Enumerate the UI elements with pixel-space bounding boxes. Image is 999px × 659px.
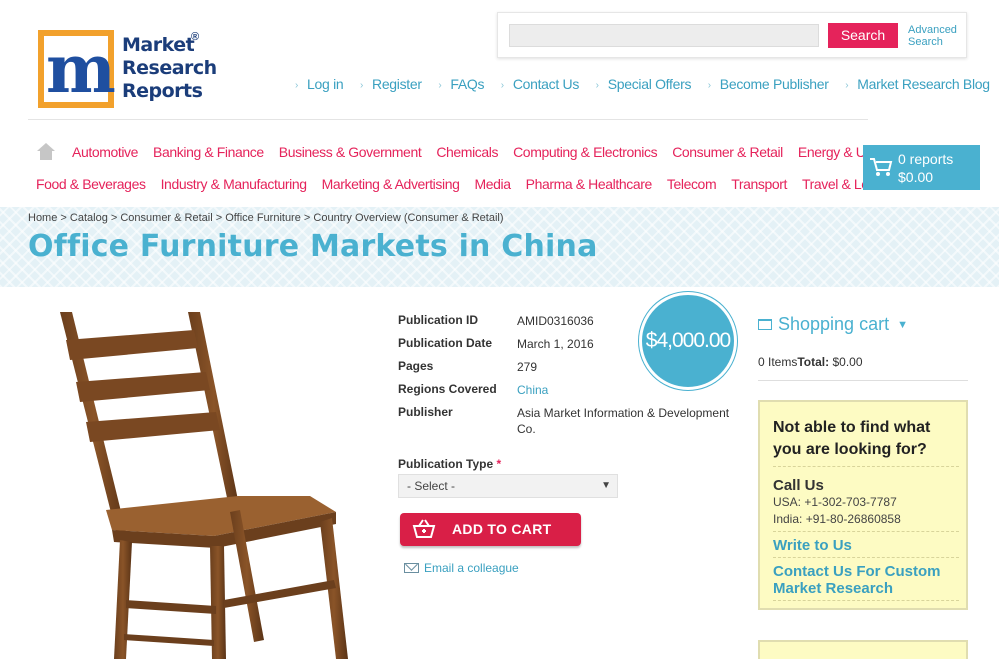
logo-line-research: Research — [122, 57, 217, 79]
advanced-search-line2: Search — [908, 36, 943, 48]
breadcrumb-office-furniture[interactable]: Office Furniture — [225, 212, 301, 224]
logo-line-reports: Reports — [122, 80, 203, 102]
search-button[interactable]: Search — [828, 23, 898, 48]
secondary-box — [758, 640, 968, 659]
help-divider — [773, 531, 959, 532]
logo-line-market: Market — [122, 34, 195, 56]
publication-type-label: Publication Type * — [398, 457, 501, 471]
breadcrumb-country-overview[interactable]: Country Overview (Consumer & Retail) — [313, 212, 503, 224]
detail-label: Publication Date — [398, 336, 493, 350]
category-telecom[interactable]: Telecom — [667, 176, 717, 192]
header-cart-button[interactable]: 0 reports $0.00 — [863, 145, 980, 190]
help-title: Not able to find what you are looking fo… — [773, 419, 931, 458]
blog-link[interactable]: Market Research Blog — [845, 76, 990, 92]
cart-icon — [758, 319, 772, 330]
envelope-icon — [404, 563, 419, 573]
category-nav-row2: Food & Beverages Industry & Manufacturing… — [36, 176, 912, 192]
breadcrumb-catalog[interactable]: Catalog — [70, 212, 108, 224]
price-badge: $4,000.00 — [639, 292, 737, 390]
contact-us-link[interactable]: Contact Us — [501, 76, 580, 92]
email-colleague-label: Email a colleague — [424, 561, 519, 575]
category-nav-row1: Automotive Banking & Finance Business & Go… — [72, 144, 912, 160]
category-food-beverages[interactable]: Food & Beverages — [36, 176, 146, 192]
login-link[interactable]: Log in — [295, 76, 344, 92]
header-divider — [28, 119, 868, 120]
faqs-link[interactable]: FAQs — [438, 76, 484, 92]
advanced-search-link[interactable]: Advanced Search — [908, 24, 957, 48]
publication-type-selected: - Select - — [407, 479, 456, 493]
email-colleague-link[interactable]: Email a colleague — [404, 561, 519, 575]
logo-mark: m — [38, 30, 116, 108]
add-to-cart-button[interactable]: ADD TO CART — [400, 513, 581, 546]
shopping-cart-title: Shopping cart — [778, 314, 890, 334]
custom-research-link[interactable]: Contact Us For Custom Market Research — [773, 563, 963, 597]
category-computing-electronics[interactable]: Computing & Electronics — [513, 144, 657, 160]
logo-letter: m — [46, 30, 116, 108]
breadcrumb-home[interactable]: Home — [28, 212, 57, 224]
category-consumer-retail[interactable]: Consumer & Retail — [672, 144, 783, 160]
header-cart-total: $0.00 — [898, 169, 934, 185]
shopping-cart-toggle[interactable]: Shopping cart ▼ — [758, 314, 908, 335]
detail-label: Pages — [398, 359, 434, 373]
advanced-search-line1: Advanced — [908, 24, 957, 36]
cart-items: 0 Items — [758, 355, 798, 369]
top-nav: Log in Register FAQs Contact Us Special … — [295, 76, 999, 92]
detail-label: Publisher — [398, 405, 453, 419]
breadcrumb-consumer-retail[interactable]: Consumer & Retail — [120, 212, 212, 224]
page-title: Office Furniture Markets in China — [28, 229, 598, 264]
india-phone: India: +91-80-26860858 — [773, 512, 901, 526]
publication-type-select[interactable]: - Select - ▼ — [398, 474, 618, 498]
register-link[interactable]: Register — [360, 76, 422, 92]
sidebar-divider — [758, 380, 968, 381]
special-offers-link[interactable]: Special Offers — [596, 76, 692, 92]
help-divider — [773, 557, 959, 558]
category-transport[interactable]: Transport — [731, 176, 787, 192]
caret-down-icon: ▼ — [897, 319, 908, 331]
search-panel: Search Advanced Search — [497, 12, 967, 58]
cart-icon — [870, 158, 893, 176]
cart-total-label: Total: — [797, 355, 830, 369]
call-us-heading: Call Us — [773, 477, 824, 494]
help-divider — [773, 466, 959, 467]
registered-mark: ® — [191, 31, 200, 43]
usa-phone: USA: +1-302-703-7787 — [773, 495, 897, 509]
help-box: Not able to find what you are looking fo… — [758, 400, 968, 610]
become-publisher-link[interactable]: Become Publisher — [708, 76, 829, 92]
header-cart-count: 0 reports — [898, 151, 954, 167]
home-icon[interactable] — [37, 143, 55, 160]
header-cart-summary: 0 reports $0.00 — [898, 150, 953, 186]
detail-label: Publication ID — [398, 313, 479, 327]
category-banking-finance[interactable]: Banking & Finance — [153, 144, 264, 160]
publication-type-text: Publication Type — [398, 457, 494, 471]
breadcrumb: Home > Catalog > Consumer & Retail > Off… — [28, 212, 504, 224]
dropdown-arrow-icon: ▼ — [601, 480, 611, 491]
category-business-government[interactable]: Business & Government — [279, 144, 422, 160]
logo-wordmark: Market Research Reports — [122, 34, 217, 103]
add-to-cart-label: ADD TO CART — [452, 521, 552, 537]
category-chemicals[interactable]: Chemicals — [436, 144, 498, 160]
category-media[interactable]: Media — [474, 176, 511, 192]
search-input[interactable] — [509, 24, 819, 47]
required-marker: * — [496, 457, 502, 471]
category-automotive[interactable]: Automotive — [72, 144, 138, 160]
help-divider — [773, 600, 959, 601]
detail-label: Regions Covered — [398, 382, 497, 396]
write-to-us-link[interactable]: Write to Us — [773, 537, 963, 554]
category-industry-manufacturing[interactable]: Industry & Manufacturing — [161, 176, 307, 192]
category-pharma-healthcare[interactable]: Pharma & Healthcare — [526, 176, 653, 192]
site-logo[interactable]: m Market Research Reports ® — [38, 30, 218, 112]
basket-icon — [412, 519, 436, 538]
category-marketing-advertising[interactable]: Marketing & Advertising — [322, 176, 460, 192]
detail-value: Asia Market Information & Development Co… — [517, 406, 730, 436]
shopping-cart-summary: 0 ItemsTotal: $0.00 — [758, 355, 863, 369]
cart-total-value: $0.00 — [832, 355, 863, 369]
product-image-chair — [60, 312, 348, 659]
